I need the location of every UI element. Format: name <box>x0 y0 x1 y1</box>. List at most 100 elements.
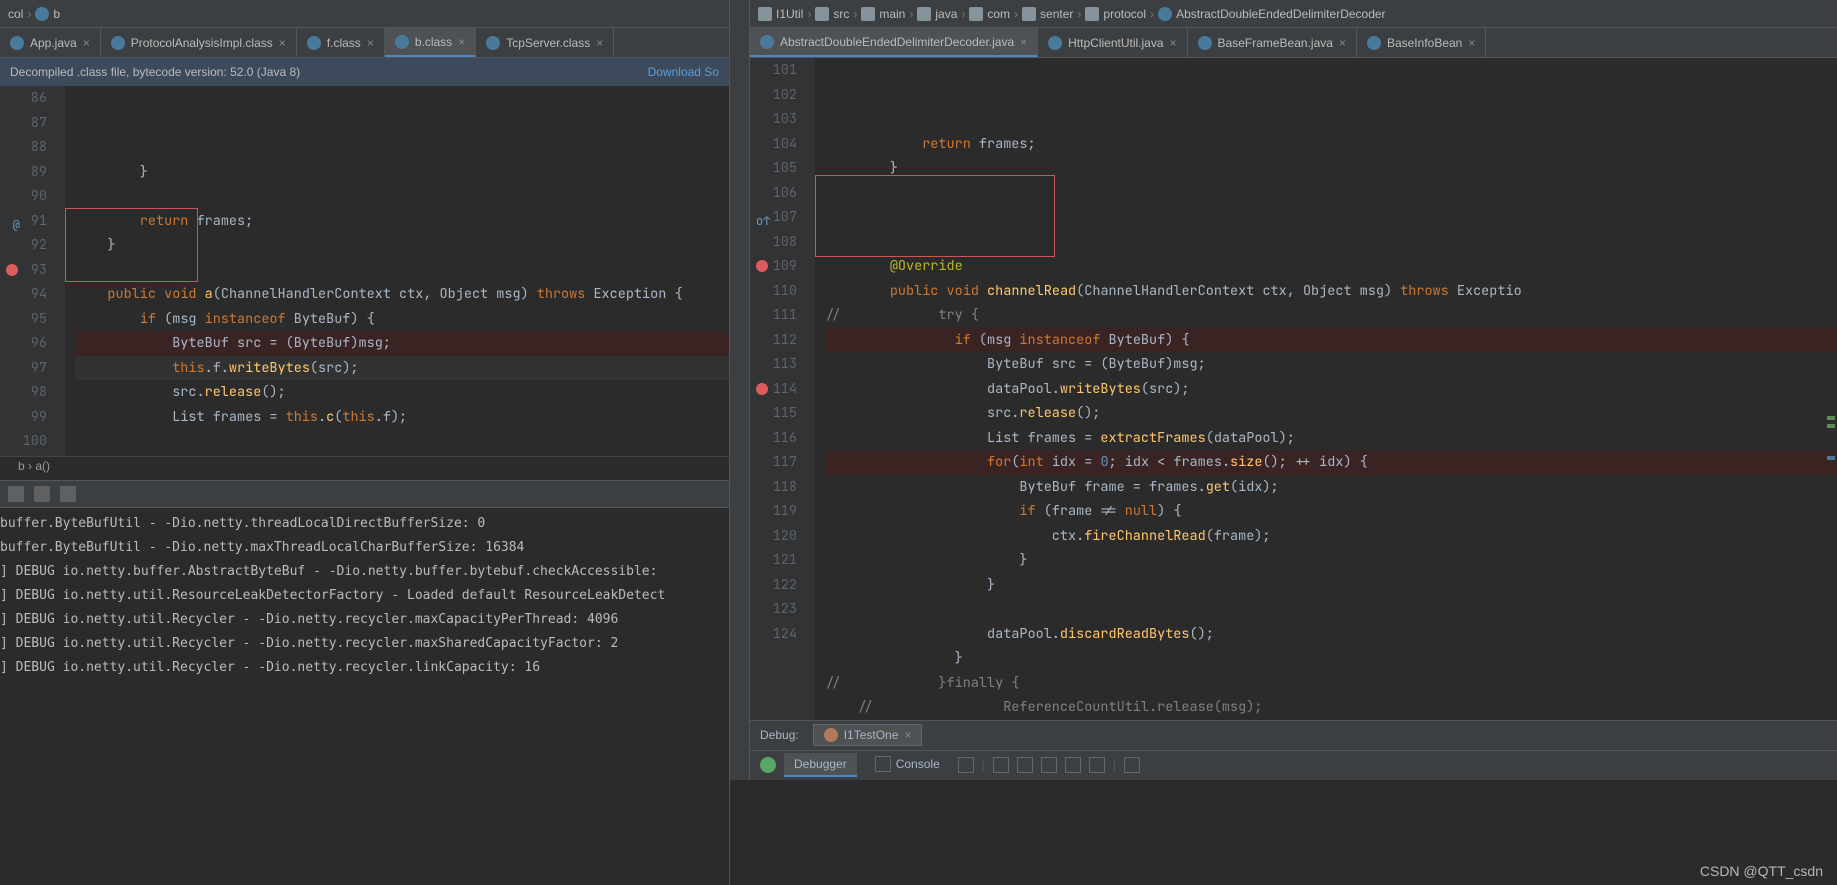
editor-tab[interactable]: BaseFrameBean.java× <box>1188 28 1357 57</box>
code-line[interactable] <box>75 184 729 209</box>
console-line[interactable]: buffer.ByteBufUtil - -Dio.netty.maxThrea… <box>0 536 729 560</box>
download-sources-link[interactable]: Download So <box>648 65 719 79</box>
gutter-line[interactable]: 97 <box>0 356 47 381</box>
threads-icon[interactable] <box>958 757 974 773</box>
gutter-line[interactable]: 100 <box>0 429 47 454</box>
editor-tab[interactable]: HttpClientUtil.java× <box>1038 28 1187 57</box>
code-line[interactable]: List frames = extractFrames(dataPool); <box>825 426 1837 451</box>
code-line[interactable] <box>825 205 1837 230</box>
breadcrumb-item[interactable]: java <box>917 7 957 21</box>
gutter-line[interactable]: 109 <box>750 254 797 279</box>
override-icon[interactable]: @ <box>6 213 20 227</box>
code-line[interactable]: } <box>825 573 1837 598</box>
code-line[interactable] <box>825 230 1837 255</box>
code-editor-right[interactable]: 101102103104105106107o↑10810911011111211… <box>750 58 1837 720</box>
close-icon[interactable]: × <box>1468 36 1475 50</box>
gutter-line[interactable]: 116 <box>750 426 797 451</box>
gutter-line[interactable]: 121 <box>750 548 797 573</box>
gutter-line[interactable]: 91@ <box>0 209 47 234</box>
console-line[interactable]: buffer.ByteBufUtil - -Dio.netty.threadLo… <box>0 512 729 536</box>
gutter-line[interactable]: 118 <box>750 475 797 500</box>
evaluate-icon[interactable] <box>1089 757 1105 773</box>
breakpoint-icon[interactable] <box>756 260 768 272</box>
console-line[interactable]: ] DEBUG io.netty.util.Recycler - -Dio.ne… <box>0 608 729 632</box>
bug-icon[interactable] <box>760 757 776 773</box>
code-line[interactable]: dataPool.discardReadBytes(); <box>825 622 1837 647</box>
gutter-line[interactable]: 106 <box>750 181 797 206</box>
breadcrumb-item[interactable]: main <box>861 7 905 21</box>
gutter-line[interactable]: 89 <box>0 160 47 185</box>
code-line[interactable]: } <box>825 548 1837 573</box>
close-icon[interactable]: × <box>279 36 286 50</box>
breadcrumb-item[interactable]: senter <box>1022 7 1073 21</box>
editor-tab[interactable]: App.java× <box>0 28 101 57</box>
code-line[interactable]: this.f.writeBytes(src); <box>75 356 729 381</box>
code-line[interactable]: src.release(); <box>75 380 729 405</box>
breakpoint-icon[interactable] <box>6 264 18 276</box>
code-line[interactable]: // ReferenceCountUtil.release(msg); <box>825 695 1837 720</box>
code-line[interactable]: ByteBuf src = (ByteBuf)msg; <box>825 352 1837 377</box>
code-line[interactable]: if (msg instanceof ByteBuf) { <box>75 307 729 332</box>
gutter-line[interactable]: 99 <box>0 405 47 430</box>
code-line[interactable]: for(int idx = 0; idx < frames.size(); ++… <box>75 454 729 456</box>
code-line[interactable] <box>75 429 729 454</box>
editor-tab[interactable]: ProtocolAnalysisImpl.class× <box>101 28 297 57</box>
gutter-line[interactable]: 103 <box>750 107 797 132</box>
close-icon[interactable]: × <box>1170 36 1177 50</box>
step-out-icon[interactable] <box>1041 757 1057 773</box>
breadcrumb-item[interactable]: com <box>969 7 1010 21</box>
filter-icon[interactable] <box>8 486 24 502</box>
code-line[interactable]: } <box>75 233 729 258</box>
code-line[interactable]: } <box>825 156 1837 181</box>
step-over-icon[interactable] <box>993 757 1009 773</box>
close-icon[interactable]: × <box>904 728 911 742</box>
breadcrumb-item[interactable]: AbstractDoubleEndedDelimiterDecoder <box>1158 7 1385 21</box>
gutter-line[interactable]: 122 <box>750 573 797 598</box>
editor-tab[interactable]: f.class× <box>297 28 385 57</box>
gutter-line[interactable]: 98 <box>0 380 47 405</box>
close-icon[interactable]: × <box>596 36 603 50</box>
code-line[interactable]: // try { <box>825 303 1837 328</box>
breakpoint-icon[interactable] <box>756 383 768 395</box>
console-line[interactable]: ] DEBUG io.netty.util.ResourceLeakDetect… <box>0 584 729 608</box>
code-line[interactable]: if (frame != null) { <box>825 499 1837 524</box>
close-icon[interactable]: × <box>83 36 90 50</box>
code-line[interactable]: src.release(); <box>825 401 1837 426</box>
editor-tab[interactable]: b.class× <box>385 28 476 57</box>
code-line[interactable] <box>825 597 1837 622</box>
gutter-line[interactable]: 108 <box>750 230 797 255</box>
wrap-icon[interactable] <box>34 486 50 502</box>
gutter-line[interactable]: 95 <box>0 307 47 332</box>
gutter-line[interactable]: 87 <box>0 111 47 136</box>
code-right[interactable]: return frames; } @Override public void c… <box>815 58 1837 720</box>
gutter-line[interactable]: 115 <box>750 401 797 426</box>
gutter-right[interactable]: 101102103104105106107o↑10810911011111211… <box>750 58 815 720</box>
error-stripe[interactable] <box>1825 116 1837 720</box>
gutter-line[interactable]: 113 <box>750 352 797 377</box>
run-to-cursor-icon[interactable] <box>1065 757 1081 773</box>
gutter-left[interactable]: 868788899091@9293949596979899100101 <box>0 86 65 456</box>
gutter-line[interactable]: 119 <box>750 499 797 524</box>
editor-tab[interactable]: AbstractDoubleEndedDelimiterDecoder.java… <box>750 28 1038 57</box>
code-line[interactable]: dataPool.writeBytes(src); <box>825 377 1837 402</box>
gutter-line[interactable]: 101 <box>0 454 47 456</box>
gutter-line[interactable]: 114 <box>750 377 797 402</box>
code-line[interactable]: // }finally { <box>825 671 1837 696</box>
code-line[interactable]: @Override <box>825 254 1837 279</box>
code-line[interactable]: List frames = this.c(this.f); <box>75 405 729 430</box>
override-icon[interactable]: o↑ <box>756 209 770 223</box>
close-icon[interactable]: × <box>458 35 465 49</box>
code-left[interactable]: } return frames; } public void a(Channel… <box>65 86 729 456</box>
code-line[interactable] <box>75 258 729 283</box>
code-line[interactable]: return frames; <box>825 132 1837 157</box>
scroll-icon[interactable] <box>60 486 76 502</box>
gutter-line[interactable]: 124 <box>750 622 797 647</box>
breadcrumb-item[interactable]: src <box>815 7 849 21</box>
console-line[interactable]: ] DEBUG io.netty.buffer.AbstractByteBuf … <box>0 560 729 584</box>
code-line[interactable]: public void channelRead(ChannelHandlerCo… <box>825 279 1837 304</box>
breadcrumb-item[interactable]: b <box>35 7 60 21</box>
code-line[interactable]: } <box>75 160 729 185</box>
gutter-line[interactable]: 117 <box>750 450 797 475</box>
code-line[interactable]: if (msg instanceof ByteBuf) { <box>825 328 1837 353</box>
gutter-line[interactable]: 104 <box>750 132 797 157</box>
